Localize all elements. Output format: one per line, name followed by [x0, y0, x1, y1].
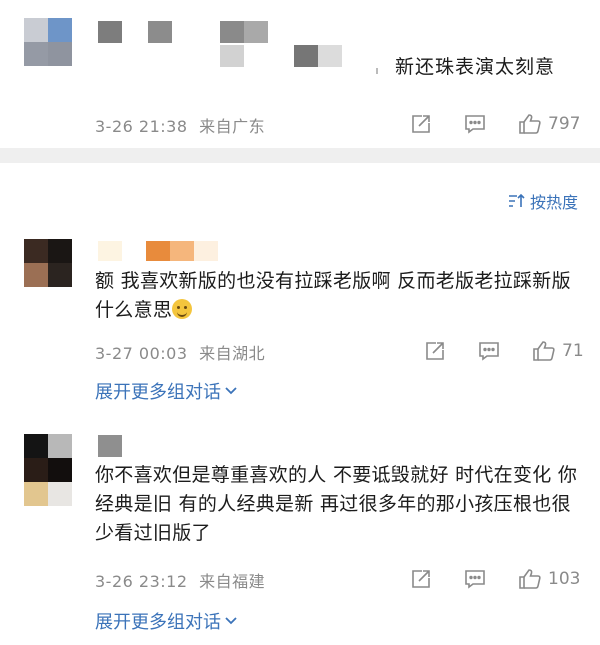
share-button[interactable]: [410, 113, 432, 135]
comment-time: 3-27 00:03: [95, 344, 188, 363]
thumbs-up-icon: [519, 569, 541, 589]
like-count: 797: [548, 114, 581, 134]
comment-location: 来自湖北: [199, 344, 266, 363]
laughing-emoji-icon: [172, 299, 193, 319]
share-button[interactable]: [424, 340, 446, 362]
like-button[interactable]: 71: [532, 339, 584, 363]
comment-text: 额 我喜欢新版的也没有拉踩老版啊 反而老版老拉踩新版什么意思: [95, 270, 571, 321]
like-button[interactable]: 797: [518, 112, 580, 136]
avatar[interactable]: [24, 239, 72, 287]
comment-text: 新还珠表演太刻意: [395, 56, 556, 78]
sort-icon: [508, 193, 525, 207]
comment-text: 你不喜欢但是尊重喜欢的人 不要诋毁就好 时代在变化 你经典是旧 有的人经典是新 …: [95, 464, 578, 544]
share-icon: [412, 570, 430, 588]
comment-time: 3-26 23:12: [95, 572, 188, 591]
comment-actions: 71: [424, 339, 584, 363]
like-count: 103: [548, 569, 581, 589]
like-count: 71: [562, 341, 584, 361]
reply-button[interactable]: [478, 340, 500, 362]
comment-actions: 797: [410, 112, 580, 136]
thumbs-up-icon: [519, 114, 541, 134]
sort-label: 按热度: [529, 193, 578, 212]
comment-location: 来自福建: [199, 572, 266, 591]
expand-label: 展开更多组对话: [95, 382, 221, 403]
comment-time: 3-26 21:38: [95, 117, 188, 136]
expand-replies-link[interactable]: 展开更多组对话: [95, 608, 238, 634]
share-button[interactable]: [410, 568, 432, 590]
share-icon: [426, 342, 444, 360]
avatar[interactable]: [24, 434, 72, 506]
share-icon: [412, 115, 430, 133]
comment-icon: [465, 115, 485, 134]
reply-button[interactable]: [464, 568, 486, 590]
section-divider: [0, 148, 600, 163]
reply-button[interactable]: [464, 113, 486, 135]
comment-location: 来自广东: [199, 117, 266, 136]
comment-meta: 3-27 00:03 来自湖北: [95, 340, 265, 364]
expand-replies-link[interactable]: 展开更多组对话: [95, 378, 238, 404]
comment-meta: 3-26 21:38 来自广东: [95, 113, 265, 137]
comment-meta: 3-26 23:12 来自福建: [95, 568, 265, 592]
avatar[interactable]: [24, 18, 72, 66]
comment-actions: 103: [410, 567, 580, 591]
text-artifact: [376, 68, 378, 74]
chevron-down-icon: [225, 387, 237, 395]
comment-icon: [479, 342, 499, 361]
thumbs-up-icon: [533, 341, 555, 361]
expand-label: 展开更多组对话: [95, 612, 221, 633]
comment-icon: [465, 570, 485, 589]
like-button[interactable]: 103: [518, 567, 580, 591]
sort-by-hot-button[interactable]: 按热度: [508, 189, 578, 213]
chevron-down-icon: [225, 617, 237, 625]
